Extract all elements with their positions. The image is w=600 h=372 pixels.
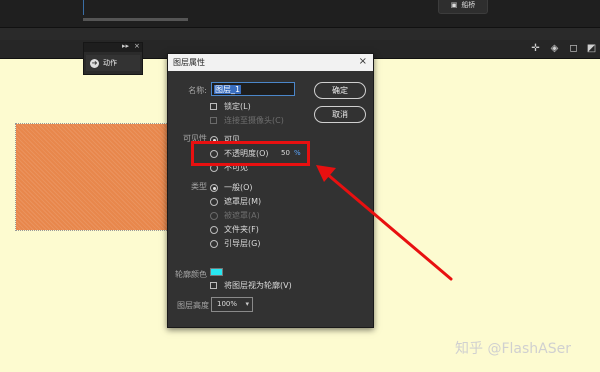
lock-label: 锁定(L) (224, 102, 251, 111)
actions-panel-header: ▸▸ × (84, 42, 142, 52)
type-label: 类型 (191, 182, 207, 191)
watermark: 知乎 @FlashASer (455, 341, 571, 357)
ok-button[interactable]: 确定 (314, 82, 366, 99)
clip-stage-icon[interactable]: ◻ (568, 43, 579, 54)
type-guide-radio[interactable] (210, 240, 218, 248)
camera-icon: ▣ (450, 1, 458, 9)
actions-icon: ➜ (90, 58, 99, 68)
dialog-title-bar: 图层属性 × (168, 54, 373, 71)
type-masked-radio (210, 212, 218, 220)
layer-height-label: 图层高度 (177, 301, 209, 310)
outline-view-checkbox[interactable] (210, 282, 217, 289)
type-masked-option: 被遮罩(A) (224, 211, 260, 220)
type-normal-option: 一般(O) (224, 183, 253, 192)
close-icon[interactable]: × (359, 56, 367, 67)
close-icon[interactable]: × (134, 42, 140, 50)
cancel-button[interactable]: 取消 (314, 106, 366, 123)
dialog-title: 图层属性 (173, 58, 205, 67)
type-guide-option: 引导层(G) (224, 239, 261, 248)
type-normal-radio[interactable] (210, 184, 218, 192)
app-top-bar: ▣ 船桥 (0, 0, 600, 27)
layer-name-value: 图层_1 (214, 85, 242, 94)
layer-height-value: 100% (217, 300, 238, 308)
link-camera-label: 连接至摄像头(C) (224, 116, 284, 125)
timeline-playhead[interactable] (83, 0, 84, 15)
layer-height-select[interactable]: 100% ▾ (211, 297, 253, 312)
type-folder-option: 文件夹(F) (224, 225, 259, 234)
layer-name-input[interactable]: 图层_1 (211, 82, 295, 96)
type-folder-radio[interactable] (210, 226, 218, 234)
secondary-bar (0, 27, 600, 41)
crosshair-icon[interactable]: ✛ (530, 43, 541, 54)
type-mask-radio[interactable] (210, 198, 218, 206)
rotate-stage-icon[interactable]: ◈ (549, 43, 560, 54)
actions-tab[interactable]: ➜ 动作 (86, 55, 140, 71)
type-mask-option: 遮罩层(M) (224, 197, 262, 206)
outline-color-swatch[interactable] (210, 268, 223, 276)
outline-color-label: 轮廓颜色 (175, 270, 207, 279)
lock-checkbox[interactable] (210, 103, 217, 110)
chevron-down-icon: ▾ (245, 300, 249, 308)
expand-icon[interactable]: ▸▸ (122, 42, 129, 50)
actions-tab-label: 动作 (103, 59, 117, 67)
layer-properties-dialog: 图层属性 × 名称: 图层_1 确定 取消 锁定(L) 连接至摄像头(C) 可见… (167, 53, 374, 328)
outline-view-label: 将图层视为轮廓(V) (224, 281, 292, 290)
annotation-highlight-box (191, 141, 310, 166)
link-camera-checkbox (210, 117, 217, 124)
orange-rectangle[interactable] (15, 123, 177, 231)
composition-button-label: 船桥 (461, 1, 476, 9)
horizontal-scrollbar[interactable] (83, 18, 188, 21)
composition-button[interactable]: ▣ 船桥 (438, 0, 488, 14)
name-label: 名称: (188, 86, 207, 95)
actions-panel: ▸▸ × ➜ 动作 (83, 42, 143, 75)
fit-stage-icon[interactable]: ◩ (586, 43, 597, 54)
